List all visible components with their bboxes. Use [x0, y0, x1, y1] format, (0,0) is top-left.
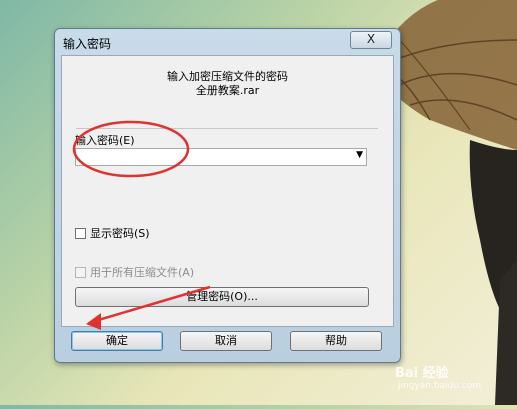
use-for-all-label: 用于所有压缩文件(A) — [90, 266, 195, 279]
manage-passwords-button[interactable]: 管理密码(O)... — [75, 287, 369, 307]
close-icon: X — [366, 32, 376, 46]
show-password-label: 显示密码(S) — [90, 227, 150, 240]
show-password-checkbox[interactable] — [75, 227, 86, 239]
password-input[interactable]: ▼ — [75, 148, 367, 166]
use-for-all-checkbox[interactable] — [75, 266, 86, 278]
password-field-label: 输入密码(E) — [75, 134, 135, 147]
help-button[interactable]: 帮助 — [290, 331, 382, 351]
close-button[interactable]: X — [350, 31, 392, 49]
password-dialog: 输入密码 X 输入加密压缩文件的密码 全册教案.rar 输入密码(E) ▼ 显示… — [54, 28, 401, 363]
archive-filename: 全册教案.rar — [195, 84, 260, 97]
ok-button[interactable]: 确定 — [71, 331, 163, 351]
dialog-titlebar: 输入密码 X — [55, 29, 400, 55]
watermark-url: jingyan.baidu.com — [398, 381, 482, 391]
watermark-text: Bai 经验 — [395, 366, 449, 381]
chevron-down-icon[interactable]: ▼ — [356, 150, 363, 160]
cancel-button[interactable]: 取消 — [180, 331, 272, 351]
dialog-title: 输入密码 — [63, 37, 112, 51]
show-password-checkbox-row[interactable]: 显示密码(S) — [75, 225, 150, 241]
use-for-all-checkbox-row[interactable]: 用于所有压缩文件(A) — [75, 264, 194, 280]
